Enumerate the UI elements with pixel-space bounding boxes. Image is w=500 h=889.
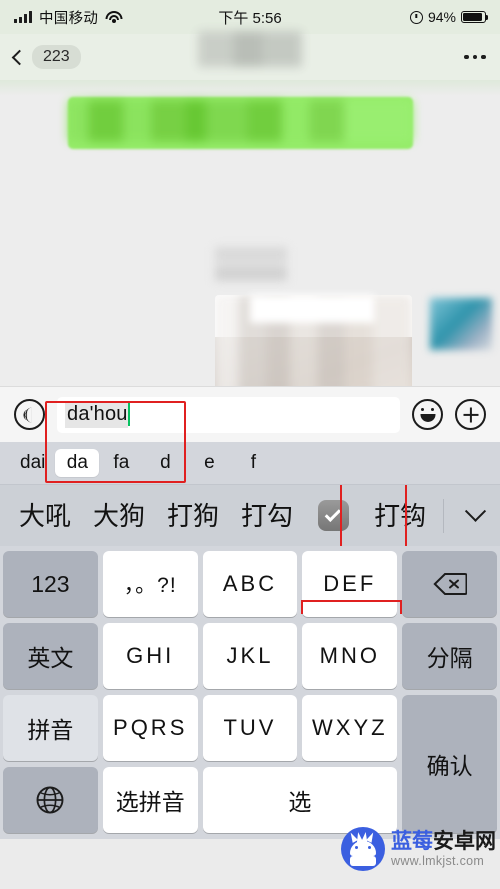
watermark-url: www.lmkjst.com	[391, 853, 485, 868]
backspace-icon	[432, 573, 467, 595]
status-bar: 中国移动 下午 5:56 94%	[0, 0, 500, 34]
key-abc-label: ABC	[222, 571, 278, 596]
candidate-row: 大吼 大狗 打狗 打勾 打钩	[0, 484, 500, 546]
wifi-icon	[105, 10, 123, 24]
android-robot-logo-icon	[341, 827, 385, 871]
key-tuv[interactable]: TUV	[202, 695, 298, 761]
status-left-group: 中国移动	[14, 7, 123, 28]
key-wxyz[interactable]: WXYZ	[302, 695, 398, 761]
watermark-brand-dark: 安卓网	[433, 829, 496, 853]
pinyin-segment-e[interactable]: e	[187, 449, 231, 477]
key-def-label: DEF	[323, 571, 377, 596]
annotation-box-input	[45, 401, 186, 483]
key-confirm[interactable]: 确认	[402, 695, 497, 833]
key-separator[interactable]: 分隔	[402, 623, 497, 689]
signal-bars-icon	[14, 11, 32, 23]
watermark-brand: 蓝莓安卓网	[391, 831, 496, 852]
input-method-keyboard: dai da fa d e f 大吼 大狗 打狗 打勾 打钩 123 ，。?! …	[0, 442, 500, 839]
key-punctuation-label: ，。?!	[123, 574, 177, 597]
key-select[interactable]: 选	[202, 767, 398, 833]
candidate-expand-button[interactable]	[458, 500, 492, 523]
chat-top-gradient	[0, 80, 500, 96]
key-backspace[interactable]	[402, 551, 497, 617]
page-title	[198, 31, 302, 67]
site-watermark: 蓝莓安卓网 www.lmkjst.com	[341, 827, 496, 871]
carrier-label: 中国移动	[39, 10, 99, 27]
chevron-down-icon	[464, 500, 486, 522]
key-wxyz-label: WXYZ	[312, 715, 388, 740]
message-timestamp	[215, 247, 287, 281]
key-pqrs-label: PQRS	[113, 715, 188, 740]
battery-percent-label: 94%	[427, 9, 456, 25]
annotation-box-candidate	[340, 485, 407, 546]
pinyin-segment-f[interactable]: f	[231, 449, 275, 477]
globe-icon	[36, 786, 64, 814]
more-dots-icon[interactable]	[464, 54, 486, 60]
key-mno-label: MNO	[319, 643, 380, 668]
watermark-text-group: 蓝莓安卓网 www.lmkjst.com	[391, 831, 496, 868]
plus-circle-icon[interactable]	[455, 399, 486, 430]
candidate-item-1[interactable]: 大吼	[8, 503, 82, 529]
voice-input-icon[interactable]	[14, 399, 45, 430]
battery-icon	[461, 10, 489, 24]
emoji-smiley-icon[interactable]	[412, 399, 443, 430]
chevron-left-icon	[11, 49, 28, 65]
key-123[interactable]: 123	[3, 551, 98, 617]
alarm-clock-icon	[409, 10, 423, 24]
status-right-group: 94%	[409, 9, 489, 25]
key-globe[interactable]	[3, 767, 98, 833]
candidate-item-3[interactable]: 打狗	[156, 503, 230, 529]
key-select-pinyin[interactable]: 选拼音	[102, 767, 198, 833]
key-jkl[interactable]: JKL	[202, 623, 298, 689]
key-mno[interactable]: MNO	[302, 623, 398, 689]
key-tuv-label: TUV	[223, 715, 277, 740]
key-ghi-label: GHI	[126, 643, 175, 668]
key-punctuation[interactable]: ，。?!	[102, 551, 198, 617]
nav-bar: 223	[0, 31, 500, 80]
image-white-strip	[250, 295, 375, 323]
candidate-divider	[443, 498, 445, 533]
key-ghi[interactable]: GHI	[102, 623, 198, 689]
check-tick	[324, 505, 341, 522]
candidate-item-2[interactable]: 大狗	[82, 503, 156, 529]
key-pinyin[interactable]: 拼音	[3, 695, 98, 761]
image-teal-corner	[430, 298, 492, 350]
back-button[interactable]: 223	[11, 45, 81, 69]
key-def[interactable]: DEF	[302, 551, 398, 617]
chat-message-list[interactable]	[0, 80, 500, 386]
unread-count-badge: 223	[32, 45, 81, 69]
key-jkl-label: JKL	[226, 643, 274, 668]
keyboard-key-grid: 123 ，。?! ABC DEF 英文 GHI JKL MNO 分隔 拼音 PQ…	[0, 546, 500, 839]
key-abc[interactable]: ABC	[202, 551, 298, 617]
key-pqrs[interactable]: PQRS	[102, 695, 198, 761]
watermark-brand-blue: 蓝莓	[391, 829, 433, 853]
candidate-item-4[interactable]: 打勾	[230, 503, 304, 529]
outgoing-text-bubble-blurred-content	[68, 100, 413, 142]
key-english[interactable]: 英文	[3, 623, 98, 689]
